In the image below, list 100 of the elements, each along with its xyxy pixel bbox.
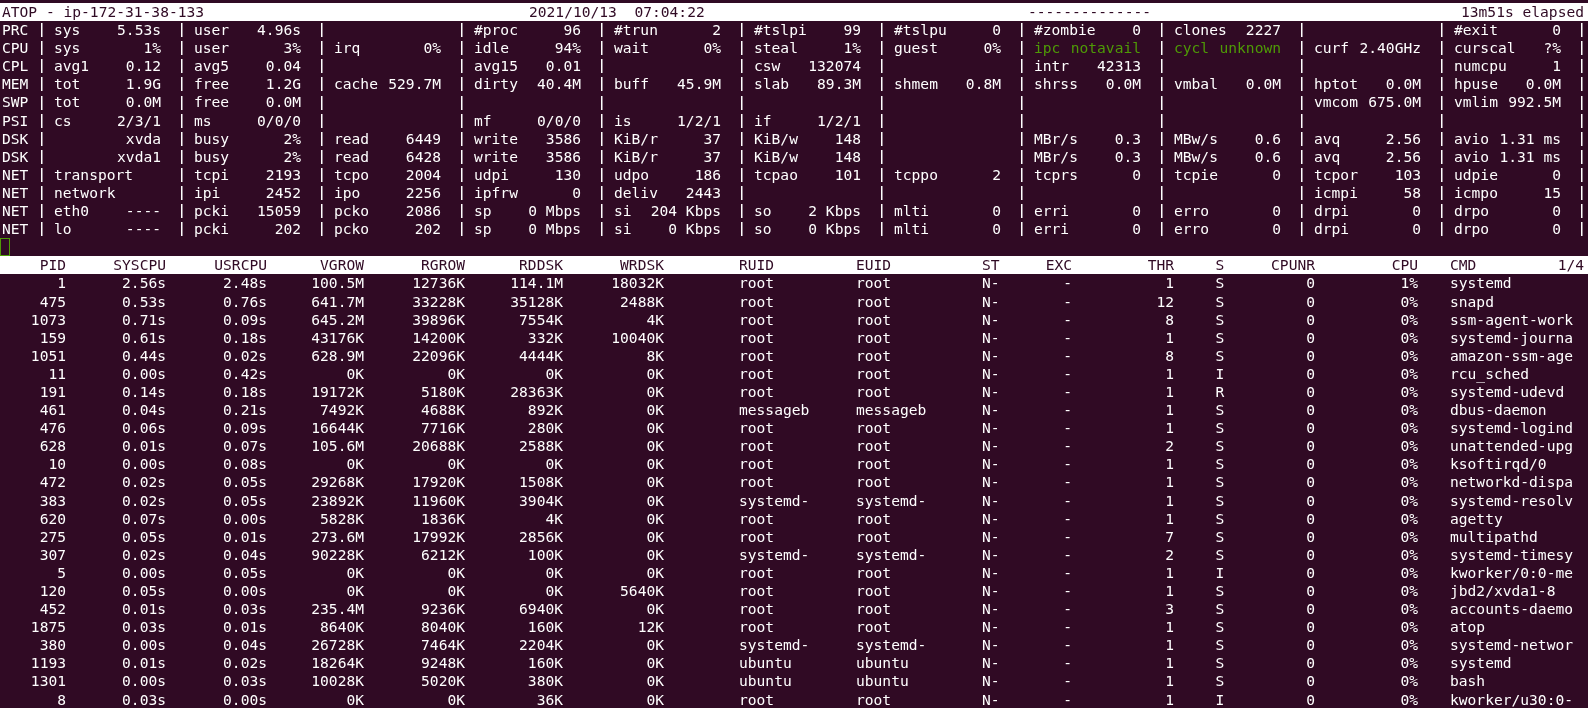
table-cell: 0.05s (122, 582, 166, 601)
dash-line: -------------- (1028, 3, 1151, 22)
stat-value: 2004 (405, 165, 441, 184)
table-cell: 0 (1306, 582, 1315, 601)
table-cell: 0K (646, 509, 664, 528)
stat-value: 0 (1132, 202, 1141, 221)
table-cell: 1 (1165, 690, 1174, 708)
table-cell: 0.00s (122, 672, 166, 691)
stat-value: 4.96s (257, 21, 301, 40)
table-cell: root (739, 346, 775, 365)
table-cell: S (1215, 437, 1225, 456)
table-cell: - (1063, 600, 1072, 619)
table-cell: 1051 (30, 346, 66, 365)
table-cell: root (739, 527, 775, 546)
stat-name: slab (754, 75, 790, 94)
table-cell: systemd- (856, 636, 927, 655)
table-cell: 0% (1400, 509, 1418, 528)
stat-value: 675.0M (1368, 93, 1421, 112)
table-cell: 43176K (311, 328, 364, 347)
table-cell: 4K (646, 310, 664, 329)
table-cell: 4K (545, 509, 563, 528)
table-cell: 0K (447, 563, 465, 582)
table-cell: S (1215, 292, 1225, 311)
table-cell: - (1063, 364, 1072, 383)
table-cell: 0 (1306, 690, 1315, 708)
table-cell: 0.53s (122, 292, 166, 311)
table-cell: 0.02s (223, 654, 267, 673)
table-cell: 628 (39, 437, 66, 456)
stat-name: write (474, 129, 518, 148)
stat-name: cache (334, 75, 378, 94)
table-cell: 0.00s (223, 509, 267, 528)
row-label: DSK (1, 147, 30, 166)
table-cell: - (1063, 582, 1072, 601)
table-cell: - (1063, 618, 1072, 637)
table-cell: 36K (536, 690, 563, 708)
table-cell: 0 (1306, 401, 1315, 420)
stat-name: mlti (894, 202, 930, 221)
stat-value: 1.9G (125, 75, 161, 94)
stat-value: notavail (1070, 39, 1141, 58)
table-cell: 476 (39, 419, 66, 438)
stat-value: 0.3 (1114, 147, 1141, 166)
stat-value: 204 Kbps (650, 202, 721, 221)
table-cell: 0K (646, 491, 664, 510)
table-cell: N- (982, 274, 1000, 293)
table-cell: - (1063, 563, 1072, 582)
table-cell: 0 (1306, 437, 1315, 456)
table-cell: 28363K (510, 382, 563, 402)
table-cell: 0 (1306, 473, 1315, 492)
table-cell: 0K (545, 563, 563, 582)
stat-name: erro (1174, 220, 1210, 239)
stat-value: 0.3 (1114, 129, 1141, 148)
table-cell: 1 (1165, 618, 1174, 637)
stat-name: KiB/w (754, 147, 798, 166)
stat-value: 0.0M (1105, 75, 1141, 94)
table-cell: 0.01s (122, 600, 166, 619)
stat-name: read (334, 147, 370, 166)
table-cell: 2856K (519, 527, 563, 546)
stat-value: xvda1 (117, 147, 161, 166)
stat-value: 103 (1394, 165, 1421, 184)
stat-name: pcko (334, 202, 370, 221)
table-cell: - (1063, 382, 1072, 402)
stat-value: 0 (1132, 220, 1141, 239)
table-cell: 0K (447, 690, 465, 708)
table-cell: 90228K (311, 545, 364, 564)
stat-name: KiB/w (754, 129, 798, 148)
stat-value: 2.56 (1385, 147, 1421, 166)
table-cell: N- (982, 690, 1000, 708)
table-cell: 0.42s (223, 364, 267, 383)
stat-name: tcprs (1034, 165, 1078, 184)
table-cell: 0.03s (223, 672, 267, 691)
table-cell: I (1215, 364, 1225, 383)
table-cell: 17992K (412, 527, 465, 546)
table-cell: 0K (646, 473, 664, 492)
table-cell: 383 (39, 491, 66, 510)
table-cell: 475 (39, 292, 66, 311)
table-cell: root (739, 509, 775, 528)
stat-name: pcko (334, 220, 370, 239)
stat-value: 101 (834, 165, 861, 184)
table-cell: accounts-daemo (1450, 600, 1573, 619)
table-cell: 0.04s (223, 545, 267, 564)
table-cell: 6212K (421, 545, 465, 564)
stat-name: avio (1454, 129, 1490, 148)
column-header: WRDSK (620, 256, 664, 275)
table-cell: 2.56s (122, 274, 166, 293)
table-cell: N- (982, 437, 1000, 456)
table-cell: 160K (527, 618, 563, 637)
table-cell: 20688K (412, 437, 465, 456)
table-cell: 0% (1400, 473, 1418, 492)
table-cell: - (1063, 310, 1072, 329)
table-cell: snapd (1450, 292, 1494, 311)
table-cell: - (1063, 346, 1072, 365)
table-cell: 0.44s (122, 346, 166, 365)
table-cell: root (856, 419, 892, 438)
table-cell: 0K (646, 419, 664, 438)
table-cell: 0.02s (122, 473, 166, 492)
table-cell: 0% (1400, 437, 1418, 456)
table-cell: systemd- (856, 491, 927, 510)
column-header: THR (1147, 256, 1174, 275)
table-cell: 0% (1400, 419, 1418, 438)
stat-value: 0.0M (1525, 75, 1561, 94)
